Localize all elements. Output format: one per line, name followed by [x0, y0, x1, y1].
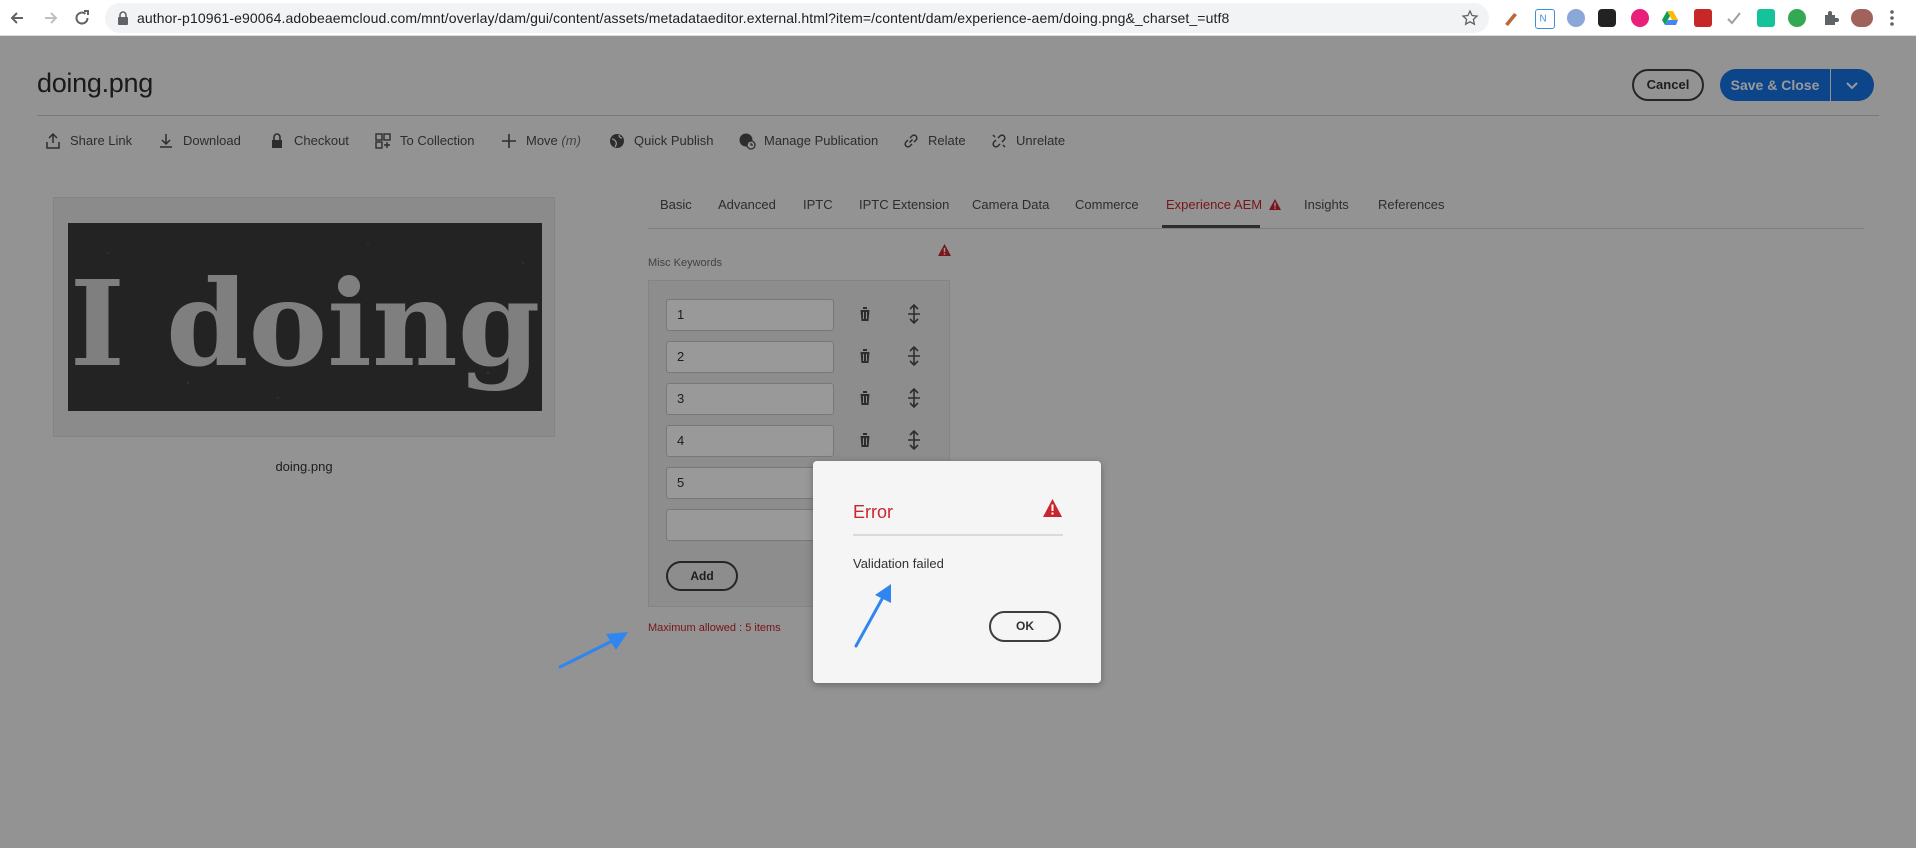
reload-icon[interactable]	[73, 9, 91, 27]
bookmark-star-icon[interactable]	[1461, 9, 1479, 27]
extension-grammarly-icon[interactable]	[1757, 9, 1775, 27]
extension-red-icon[interactable]	[1694, 9, 1712, 27]
dialog-message: Validation failed	[853, 556, 944, 571]
browser-menu-icon[interactable]	[1889, 9, 1895, 27]
extension-circle-icon[interactable]	[1567, 9, 1585, 27]
address-bar[interactable]: author-p10961-e90064.adobeaemcloud.com/m…	[105, 3, 1489, 33]
back-icon[interactable]	[8, 9, 26, 27]
extension-check-icon[interactable]	[1725, 9, 1743, 27]
url-text: author-p10961-e90064.adobeaemcloud.com/m…	[137, 10, 1230, 26]
dialog-divider	[853, 534, 1063, 536]
annotation-arrow-icon	[558, 632, 628, 669]
extension-b-icon[interactable]	[1788, 9, 1806, 27]
profile-avatar-icon[interactable]	[1851, 9, 1873, 27]
extension-n-icon[interactable]: N	[1535, 9, 1555, 29]
dialog-title: Error	[853, 502, 893, 522]
extension-pen-icon[interactable]	[1502, 9, 1520, 27]
extension-drive-icon[interactable]	[1661, 9, 1679, 27]
forward-icon[interactable]	[42, 9, 60, 27]
browser-toolbar: author-p10961-e90064.adobeaemcloud.com/m…	[0, 0, 1916, 36]
extension-spy-icon[interactable]	[1598, 9, 1616, 27]
svg-text:N: N	[1540, 14, 1547, 25]
error-dialog: Error Validation failed OK	[813, 461, 1101, 683]
alert-icon	[1043, 499, 1062, 517]
annotation-arrow-icon	[854, 584, 891, 648]
lock-icon	[118, 11, 128, 25]
modal-underlay[interactable]	[0, 36, 1916, 848]
ok-button[interactable]: OK	[989, 611, 1061, 642]
extensions-puzzle-icon[interactable]	[1822, 9, 1840, 27]
extension-eye-icon[interactable]	[1631, 9, 1649, 27]
